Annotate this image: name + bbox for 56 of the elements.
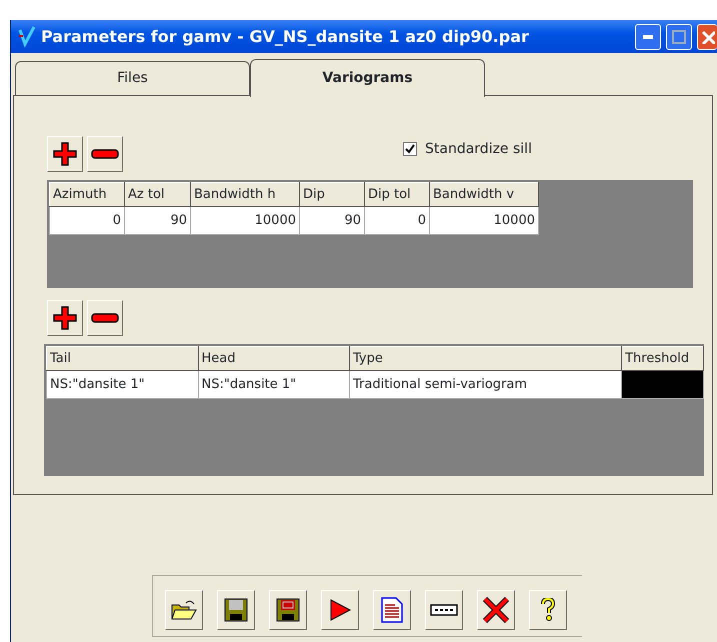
column-header[interactable]: Type <box>350 346 622 370</box>
app-logo-icon <box>17 26 37 48</box>
table-cell[interactable]: 10000 <box>190 206 300 234</box>
help-icon <box>541 598 555 622</box>
tab[interactable]: Files <box>15 61 250 95</box>
window-title: Parameters for gamv - GV_NS_dansite 1 az0 dip90.par <box>41 26 529 48</box>
open-folder-icon <box>171 599 197 621</box>
column-header[interactable]: Head <box>198 346 350 370</box>
table-cell[interactable]: 0 <box>364 206 430 234</box>
tab[interactable]: Variograms <box>250 59 485 97</box>
checkbox-label: Standardize sill <box>425 140 532 159</box>
column-header[interactable]: Dip <box>300 182 364 206</box>
plus-icon <box>52 305 78 331</box>
toolbar-button[interactable] <box>321 590 359 630</box>
minimize-button[interactable] <box>635 24 661 50</box>
keyboard-icon <box>430 604 458 616</box>
column-header[interactable]: Threshold <box>622 346 704 370</box>
column-header[interactable]: Bandwidth v <box>430 182 538 206</box>
close-icon <box>700 30 714 44</box>
toolbar-button[interactable] <box>269 590 307 630</box>
save-icon <box>224 598 248 622</box>
save-as-icon <box>276 598 300 622</box>
toolbar-button[interactable] <box>529 590 567 630</box>
table-cell[interactable]: NS:"dansite 1" <box>198 370 350 398</box>
minus-icon <box>91 313 119 323</box>
toolbar-button[interactable] <box>373 590 411 630</box>
toolbar-button[interactable] <box>165 590 203 630</box>
add-button[interactable] <box>47 136 83 172</box>
plus-icon <box>52 141 78 167</box>
column-header[interactable]: Azimuth <box>50 182 124 206</box>
minus-icon <box>91 149 119 159</box>
toolbar-button[interactable] <box>217 590 255 630</box>
close-icon <box>482 596 510 624</box>
column-header[interactable]: Tail <box>46 346 198 370</box>
close-button[interactable] <box>697 24 717 50</box>
remove-button[interactable] <box>87 136 123 172</box>
maximize-button[interactable] <box>666 24 692 50</box>
column-header[interactable]: Az tol <box>124 182 190 206</box>
column-header[interactable]: Dip tol <box>364 182 430 206</box>
checkbox[interactable] <box>403 142 417 156</box>
toolbar-button[interactable] <box>477 590 515 630</box>
table-cell[interactable]: 10000 <box>430 206 538 234</box>
table-cell[interactable]: Traditional semi-variogram <box>350 370 622 398</box>
remove-button[interactable] <box>87 300 123 336</box>
table-cell[interactable]: NS:"dansite 1" <box>46 370 198 398</box>
run-icon <box>328 598 352 622</box>
document-icon <box>381 597 403 623</box>
table-cell[interactable]: 0 <box>50 206 124 234</box>
add-button[interactable] <box>47 300 83 336</box>
minimize-icon <box>643 34 653 38</box>
table-cell[interactable]: 90 <box>124 206 190 234</box>
maximize-icon <box>672 30 686 44</box>
column-header[interactable]: Bandwidth h <box>190 182 300 206</box>
toolbar-button[interactable] <box>425 590 463 630</box>
table-cell[interactable]: 90 <box>300 206 364 234</box>
table-cell[interactable] <box>622 370 704 398</box>
